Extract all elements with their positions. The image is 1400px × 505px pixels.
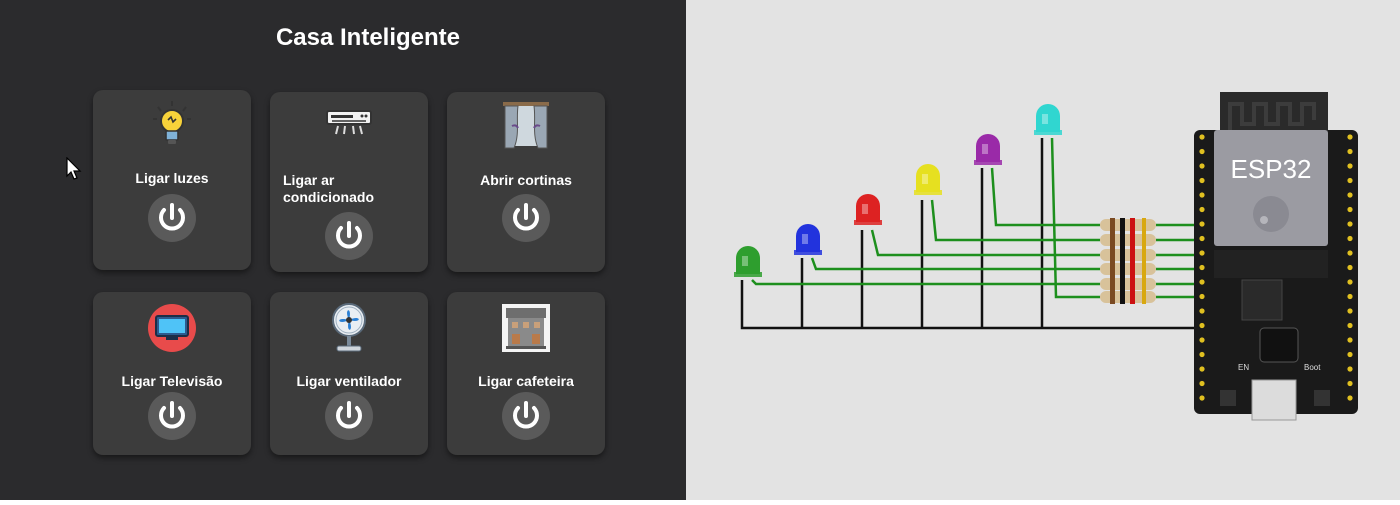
header-pin <box>1347 337 1353 343</box>
header-pin <box>1199 395 1205 401</box>
circuit-diagram: ESP32 EN Boot <box>734 92 1358 421</box>
power-button-lights[interactable] <box>148 194 196 242</box>
led[interactable] <box>914 164 942 195</box>
card-label: Ligar Televisão <box>121 373 223 389</box>
header-pin <box>1347 380 1353 387</box>
card-label: Ligar luzes <box>135 170 209 186</box>
header-pin <box>1199 206 1205 213</box>
power-icon <box>336 401 362 429</box>
header-pin <box>1347 279 1353 285</box>
header-pin <box>1199 177 1205 184</box>
card-label: Ligar cafeteira <box>478 373 574 389</box>
header-pin <box>1199 279 1205 285</box>
power-button-coffee-machine[interactable] <box>502 392 550 440</box>
led[interactable] <box>974 134 1002 165</box>
header-pin <box>1199 264 1205 271</box>
power-icon <box>513 401 539 429</box>
card-label: Ligar ar condicionado <box>283 172 374 205</box>
header-pin <box>1347 206 1353 213</box>
header-pin <box>1199 337 1205 343</box>
led-group <box>734 104 1062 277</box>
card-air-conditioner: Ligar ar condicionado <box>270 92 428 272</box>
header-pin <box>1347 235 1353 242</box>
power-icon <box>336 221 362 249</box>
esp32-board[interactable]: ESP32 EN Boot <box>1194 92 1358 421</box>
header-pin <box>1199 148 1205 155</box>
header-pin <box>1347 163 1353 169</box>
coffee-machine-icon <box>502 304 550 357</box>
power-icon <box>159 203 185 231</box>
card-lights: Ligar luzes <box>93 90 251 270</box>
header-pin <box>1347 192 1353 198</box>
header-pin <box>1347 293 1353 300</box>
mouse-cursor-icon <box>66 157 82 180</box>
header-pin <box>1199 322 1205 329</box>
header-pin <box>1347 322 1353 329</box>
power-button-television[interactable] <box>148 392 196 440</box>
lightbulb-icon <box>152 100 192 151</box>
led[interactable] <box>734 246 762 277</box>
air-conditioner-icon <box>326 110 372 141</box>
header-pin <box>1199 380 1205 387</box>
screen: Casa Inteligente Ligar luzes Ligar ar co… <box>0 0 1400 500</box>
header-pin <box>1347 351 1353 358</box>
curtains-icon <box>502 100 550 155</box>
header-pin <box>1199 366 1205 372</box>
header-pin <box>1347 308 1353 314</box>
header-pin <box>1199 163 1205 169</box>
card-television: Ligar Televisão <box>93 292 251 455</box>
en-label: EN <box>1238 363 1249 372</box>
card-coffee-machine: Ligar cafeteira <box>447 292 605 455</box>
circuit-simulator: ESP32 EN Boot <box>686 0 1400 500</box>
header-pin <box>1199 250 1205 256</box>
header-pin <box>1347 264 1353 271</box>
header-pin <box>1199 351 1205 358</box>
resistor-bank[interactable] <box>1100 218 1156 304</box>
power-button-air-conditioner[interactable] <box>325 212 373 260</box>
power-icon <box>513 203 539 231</box>
header-pin <box>1347 366 1353 372</box>
boot-label: Boot <box>1304 363 1321 372</box>
led[interactable] <box>854 194 882 225</box>
card-fan: Ligar ventilador <box>270 292 428 455</box>
television-icon <box>148 304 196 357</box>
led[interactable] <box>794 224 822 255</box>
power-button-fan[interactable] <box>325 392 373 440</box>
header-pin <box>1347 395 1353 401</box>
header-pin <box>1347 250 1353 256</box>
card-label: Ligar ventilador <box>296 373 402 389</box>
card-curtains: Abrir cortinas <box>447 92 605 272</box>
power-icon <box>159 401 185 429</box>
board-label: ESP32 <box>1231 154 1312 184</box>
header-pin <box>1199 134 1205 140</box>
header-pin <box>1199 235 1205 242</box>
header-pin <box>1199 308 1205 314</box>
header-pin <box>1347 177 1353 184</box>
smart-home-panel: Casa Inteligente Ligar luzes Ligar ar co… <box>0 0 686 500</box>
power-button-curtains[interactable] <box>502 194 550 242</box>
header-pin <box>1347 221 1353 227</box>
header-pin <box>1199 293 1205 300</box>
header-pin <box>1199 221 1205 227</box>
header-pin <box>1347 148 1353 155</box>
header-pin <box>1347 134 1353 140</box>
card-label: Abrir cortinas <box>480 172 572 188</box>
header-pin <box>1199 192 1205 198</box>
led[interactable] <box>1034 104 1062 135</box>
fan-icon <box>329 302 369 359</box>
page-title: Casa Inteligente <box>275 24 461 51</box>
